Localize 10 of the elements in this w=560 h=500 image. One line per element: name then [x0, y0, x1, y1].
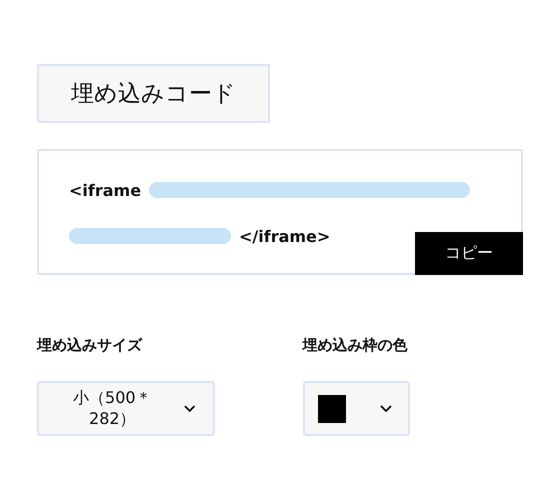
size-label: 埋め込みサイズ: [37, 336, 144, 355]
code-text: </iframe>: [239, 226, 330, 246]
code-text: <iframe: [69, 180, 142, 200]
frame-color-label: 埋め込み枠の色: [302, 336, 408, 355]
section-title: 埋め込みコード: [37, 64, 270, 123]
copy-button[interactable]: コピー: [415, 232, 523, 275]
chevron-down-icon: [380, 404, 392, 412]
frame-color-dropdown[interactable]: [302, 381, 410, 436]
chevron-down-icon: [184, 404, 195, 412]
size-dropdown[interactable]: 小（500＊282）: [37, 381, 215, 436]
